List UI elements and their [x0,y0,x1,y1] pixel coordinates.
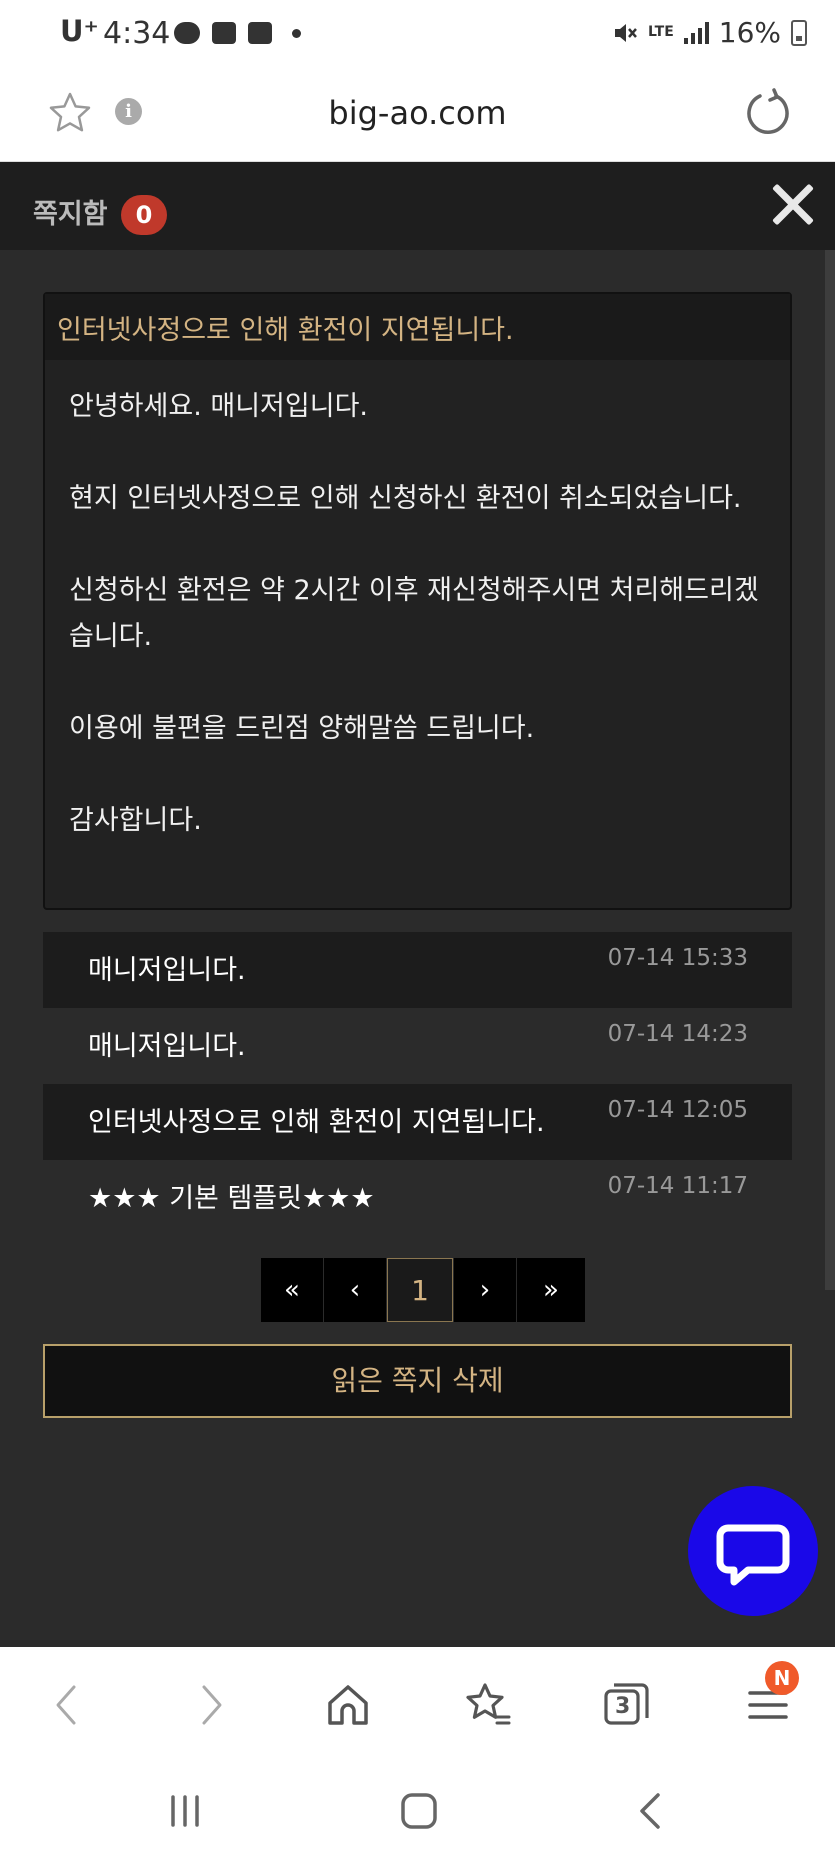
reload-icon[interactable] [743,88,793,138]
message-detail: 인터넷사정으로 인해 환전이 지연됩니다. 안녕하세요. 매니저입니다. 현지 … [43,292,792,910]
home-nav-icon[interactable] [397,1791,441,1831]
message-paragraph: 이용에 불편을 드린점 양해말씀 드립니다. [69,713,535,744]
first-page-button[interactable]: « [261,1258,323,1322]
chat-bubble-icon [716,1524,790,1586]
list-item[interactable]: 매니저입니다. 07-14 14:23 [43,1008,792,1084]
last-page-button[interactable]: » [517,1258,585,1322]
status-bar: U⁺ 4:34 LTE 16% [0,0,835,70]
list-item[interactable]: 인터넷사정으로 인해 환전이 지연됩니다. 07-14 12:05 [43,1084,792,1160]
tabs-count: 3 [615,1694,631,1719]
list-item-date: 07-14 12:05 [607,1097,748,1123]
scrollbar[interactable] [825,250,835,1290]
talk-icon [174,22,200,44]
battery-icon [791,19,807,46]
recent-apps-icon[interactable] [163,1791,207,1831]
list-item-date: 07-14 14:23 [607,1021,748,1047]
home-icon[interactable] [320,1677,376,1733]
forward-icon[interactable] [182,1677,238,1733]
next-page-button[interactable]: › [454,1258,516,1322]
notification-icons [174,22,301,44]
url-text[interactable]: big-ao.com [0,94,835,132]
message-paragraph: 감사합니다. [69,805,202,836]
system-icons: LTE 16% [612,16,807,49]
clock: 4:34 [103,16,171,51]
bookmarks-icon[interactable] [459,1677,515,1733]
browser-address-bar: i big-ao.com [0,70,835,162]
back-nav-icon[interactable] [630,1791,674,1831]
battery-percent: 16% [718,16,781,49]
live-chat-button[interactable] [688,1486,818,1616]
message-paragraph: 신청하신 환전은 약 2시간 이후 재신청해주시면 처리해드리겠습니다. [69,575,759,652]
popup-header: 쪽지함 0 [0,162,835,250]
list-item-date: 07-14 15:33 [607,945,748,971]
message-body: 안녕하세요. 매니저입니다. 현지 인터넷사정으로 인해 신청하신 환전이 취소… [69,384,769,890]
menu-badge: N [765,1661,799,1695]
lte-icon: LTE [648,24,674,40]
list-item-title: 인터넷사정으로 인해 환전이 지연됩니다. [88,1107,545,1138]
system-navigation-bar [0,1763,835,1856]
more-notifications-icon [292,28,301,38]
delete-read-button[interactable]: 읽은 쪽지 삭제 [43,1344,792,1418]
signal-icon [683,21,709,44]
prev-page-button[interactable]: ‹ [324,1258,386,1322]
message-paragraph: 현지 인터넷사정으로 인해 신청하신 환전이 취소되었습니다. [69,483,742,514]
message-subject: 인터넷사정으로 인해 환전이 지연됩니다. [45,294,790,360]
back-icon[interactable] [40,1677,96,1733]
contact-icon [248,22,272,44]
list-item-date: 07-14 11:17 [607,1173,748,1199]
message-paragraph: 안녕하세요. 매니저입니다. [69,391,368,422]
list-item-title: ★★★ 기본 템플릿★★★ [88,1183,375,1214]
browser-toolbar: 3 N [0,1647,835,1763]
close-icon[interactable] [771,182,815,226]
current-page-button[interactable]: 1 [387,1258,453,1322]
list-item[interactable]: 매니저입니다. 07-14 15:33 [43,932,792,1008]
list-item-title: 매니저입니다. [88,1031,246,1062]
pagination: « ‹ 1 › » [261,1258,586,1322]
message-list: 매니저입니다. 07-14 15:33 매니저입니다. 07-14 14:23 … [43,932,792,1236]
carrier-label: U⁺ [60,14,99,48]
unread-count-badge: 0 [121,195,167,235]
gallery-icon [212,22,236,44]
list-item-title: 매니저입니다. [88,955,246,986]
popup-title: 쪽지함 [33,199,108,230]
tabs-button[interactable]: 3 [598,1677,654,1733]
list-item[interactable]: ★★★ 기본 템플릿★★★ 07-14 11:17 [43,1160,792,1236]
message-popup-page: 쪽지함 0 인터넷사정으로 인해 환전이 지연됩니다. 안녕하세요. 매니저입니… [0,162,835,1647]
mute-icon [615,23,637,42]
